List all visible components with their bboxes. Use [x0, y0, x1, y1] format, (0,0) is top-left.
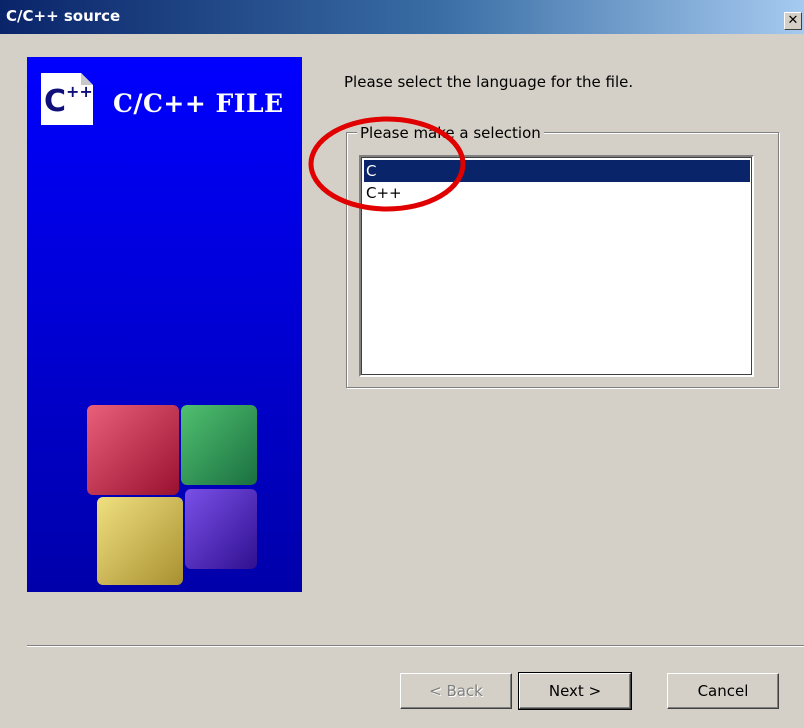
svg-text:++: ++	[66, 82, 93, 101]
svg-text:C: C	[44, 84, 66, 119]
cancel-button[interactable]: Cancel	[667, 673, 779, 709]
wizard-banner: C ++ C/C++ FILE	[27, 57, 302, 592]
window-title: C/C++ source	[6, 7, 121, 25]
list-item-c[interactable]: C	[364, 160, 750, 182]
footer-separator	[27, 645, 804, 647]
back-button[interactable]: < Back	[400, 673, 512, 709]
next-button[interactable]: Next >	[518, 672, 632, 710]
banner-title: C/C++ FILE	[113, 89, 284, 118]
instruction-text: Please select the language for the file.	[344, 73, 634, 91]
language-listbox[interactable]: C C++	[359, 155, 754, 377]
wizard-window: C/C++ source ✕ C ++ C/C++ FILE Please se…	[0, 0, 804, 728]
title-bar[interactable]: C/C++ source ✕	[0, 0, 804, 34]
cpp-file-icon: C ++	[41, 73, 93, 125]
code-blocks-cubes-icon	[87, 405, 257, 585]
close-icon: ✕	[787, 13, 799, 28]
close-button[interactable]: ✕	[784, 12, 802, 30]
list-item-cpp[interactable]: C++	[364, 182, 750, 204]
selection-group-label: Please make a selection	[357, 124, 544, 142]
